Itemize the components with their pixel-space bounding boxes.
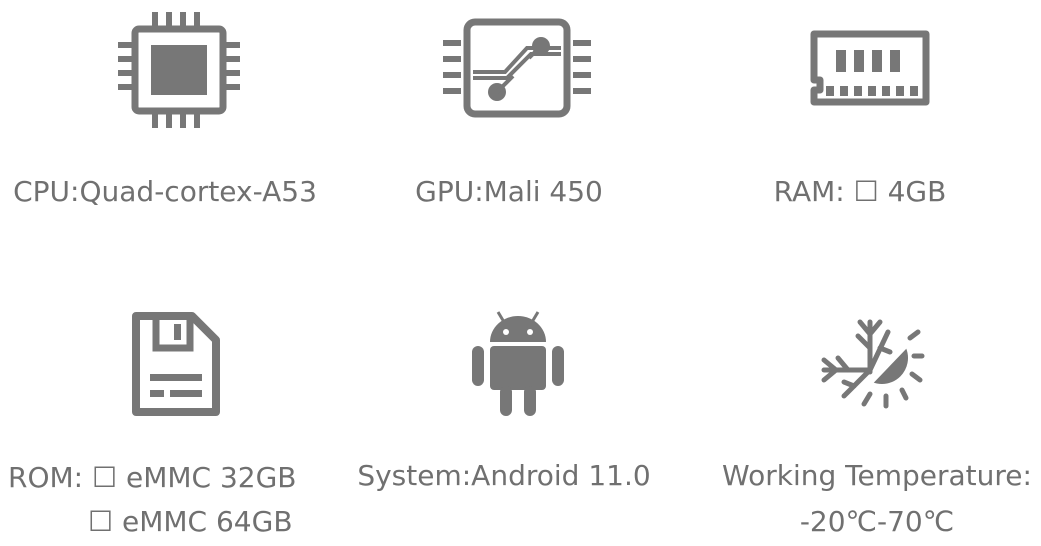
snow-sun-temperature-icon: [814, 312, 926, 416]
temperature-label-line1: Working Temperature:: [722, 459, 1032, 492]
rom-spec: ROM: ☐ eMMC 32GB ☐ eMMC 64GB: [8, 456, 297, 544]
cpu-label: CPU:Quad-cortex-A53: [13, 175, 317, 208]
system-label: System:Android 11.0: [357, 459, 651, 492]
floppy-disk-icon: [130, 310, 222, 418]
ram-module-icon: [810, 30, 930, 106]
android-icon: [468, 308, 568, 420]
temperature-label-line2: -20℃-70℃: [799, 505, 955, 538]
gpu-label: GPU:Mali 450: [415, 175, 603, 208]
rom-label-line1: ROM: ☐ eMMC 32GB: [8, 461, 297, 494]
rom-label-line2: ☐ eMMC 64GB: [88, 505, 293, 538]
gpu-chip-icon: [443, 18, 591, 118]
ram-label: RAM: ☐ 4GB: [773, 175, 947, 208]
cpu-chip-icon: [118, 12, 242, 128]
